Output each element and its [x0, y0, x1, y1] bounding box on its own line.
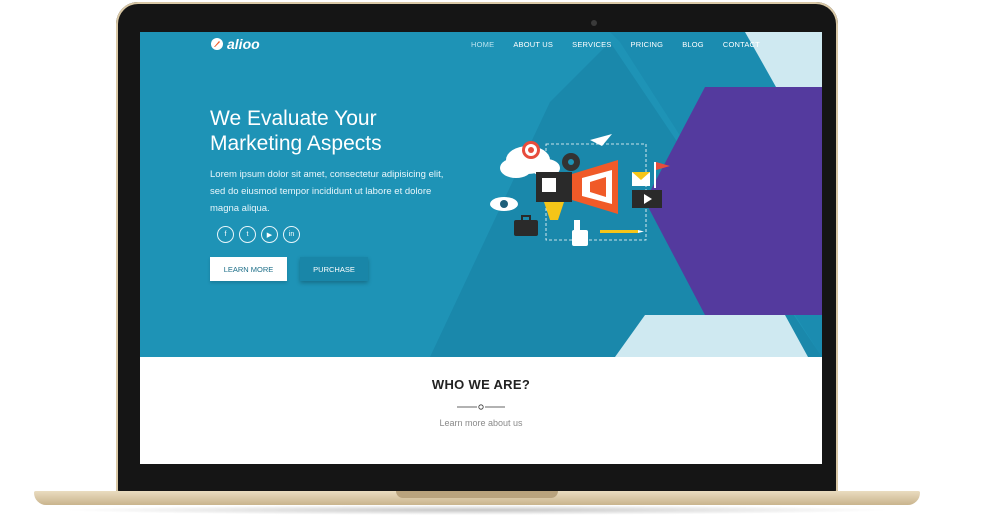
hero-title-line2: Marketing Aspects [210, 132, 382, 155]
eye-icon [490, 197, 518, 211]
flag-icon [654, 162, 670, 188]
logo-text: alioo [227, 36, 260, 52]
nav-blog[interactable]: BLOG [682, 40, 704, 49]
laptop-shadow [60, 505, 894, 515]
learn-more-button[interactable]: LEARN MORE [210, 257, 287, 281]
who-we-are-subtitle: Learn more about us [439, 418, 523, 428]
briefcase-icon [514, 215, 538, 236]
linkedin-icon[interactable]: in [283, 226, 300, 243]
hero-desc-line1: Lorem ipsum dolor sit amet, consectetur … [210, 169, 444, 180]
pencil-icon [600, 230, 644, 233]
section-divider [457, 404, 505, 410]
hero-title-line1: We Evaluate Your [210, 107, 377, 130]
who-we-are-title: WHO WE ARE? [431, 377, 531, 392]
laptop-screen: alioo HOME ABOUT US SERVICES PRICING BLO… [140, 32, 822, 464]
social-links: f t ▶ in [217, 226, 300, 243]
nav-about-us[interactable]: ABOUT US [513, 40, 553, 49]
hero-desc-line2: sed do eiusmod tempor incididunt ut labo… [210, 186, 432, 197]
purchase-button[interactable]: PURCHASE [300, 257, 368, 281]
nav-services[interactable]: SERVICES [572, 40, 611, 49]
laptop-base-notch [396, 491, 558, 498]
twitter-icon[interactable]: t [239, 226, 256, 243]
bg-light-bottom [615, 315, 808, 357]
nav-pricing[interactable]: PRICING [631, 40, 664, 49]
brand-logo[interactable]: alioo [210, 36, 260, 52]
hero-desc-line3: magna aliqua. [210, 203, 270, 214]
hero-description: Lorem ipsum dolor sit amet, consectetur … [210, 166, 490, 217]
gear-icon [562, 153, 580, 171]
thumbs-up-icon [572, 220, 588, 246]
nav-contact[interactable]: CONTACT [723, 40, 760, 49]
hero-title: We Evaluate Your Marketing Aspects [210, 106, 470, 156]
nav-home[interactable]: HOME [471, 40, 494, 49]
mail-icon [632, 172, 650, 186]
target-icon [522, 141, 540, 159]
youtube-icon[interactable]: ▶ [261, 226, 278, 243]
video-player-icon [632, 190, 662, 208]
webcam-icon [591, 20, 597, 26]
main-nav: HOME ABOUT US SERVICES PRICING BLOG CONT… [471, 40, 779, 49]
facebook-icon[interactable]: f [217, 226, 234, 243]
marketing-illustration [490, 134, 670, 246]
hero-section: alioo HOME ABOUT US SERVICES PRICING BLO… [140, 32, 822, 357]
rocket-icon [211, 38, 223, 50]
